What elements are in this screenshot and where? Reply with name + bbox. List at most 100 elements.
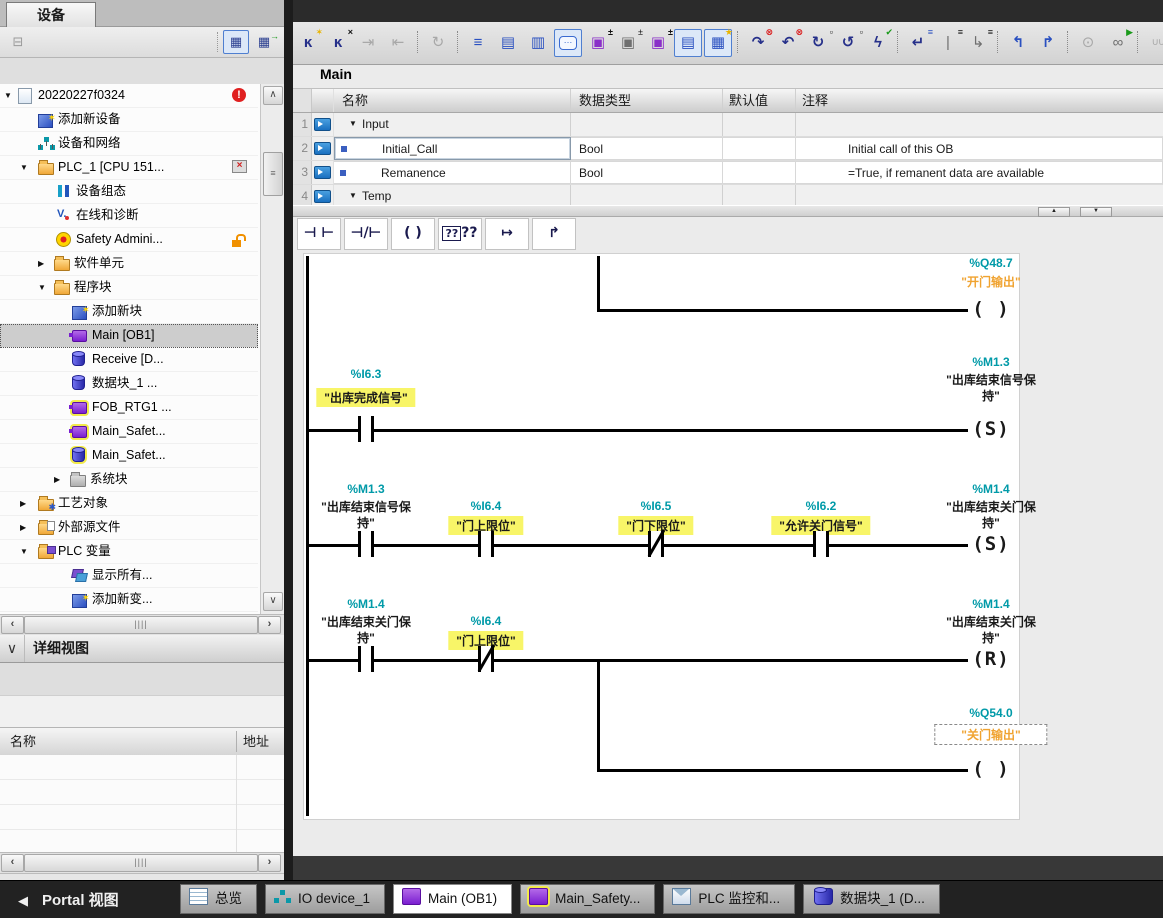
tab-devices[interactable]: 设备 — [6, 2, 96, 27]
splitter-down-button[interactable]: ▼ — [1080, 207, 1112, 217]
datatype-cell[interactable] — [571, 113, 723, 136]
tree-item-main-safety-ob[interactable]: Main_Safet... — [0, 420, 258, 444]
section-expander-icon[interactable]: ▼ — [349, 113, 357, 135]
tree-item-add-new-block[interactable]: 添加新块 — [0, 300, 258, 324]
name-column-header[interactable]: 名称 — [334, 89, 571, 112]
tree-item-main-safety-db[interactable]: Main_Safet... — [0, 444, 258, 468]
chevron-down-icon[interactable]: ∨ — [0, 635, 25, 662]
expander-icon[interactable]: ▶ — [20, 492, 26, 515]
expander-icon[interactable]: ▼ — [20, 540, 28, 563]
expander-icon[interactable]: ▶ — [54, 468, 60, 491]
update-block-calls-icon[interactable]: ↻▫ — [804, 29, 832, 57]
tree-item-fob-rtg1[interactable]: FOB_RTG1 ... — [0, 396, 258, 420]
tree-item-plc-tags[interactable]: ▼ PLC 变量 — [0, 540, 258, 564]
scroll-left-button[interactable]: ‹ — [1, 616, 24, 634]
tree-item-system-blocks[interactable]: ▶ 系统块 — [0, 468, 258, 492]
n3-no-contact-4[interactable] — [813, 531, 829, 557]
update-instance-icon[interactable]: ↻ — [424, 29, 452, 57]
n4-coil-tag-line1[interactable]: "出库结束关门保 — [901, 613, 1081, 630]
name-cell[interactable]: Remanence — [334, 161, 571, 184]
table-view-button[interactable]: ▦ — [223, 30, 249, 54]
n2-coil-tag-line1[interactable]: "出库结束信号保 — [901, 371, 1081, 388]
previous-jump-icon[interactable]: ↰ — [1004, 29, 1032, 57]
consistency-check-icon[interactable]: ϟ✔ — [864, 29, 892, 57]
n3-contact2-address[interactable]: %I6.4 — [396, 499, 576, 513]
sort-filter-icon[interactable]: ⊟ — [5, 30, 31, 54]
network-comments-toggle-icon[interactable]: … — [554, 29, 582, 57]
name-cell[interactable]: ▼ Input — [334, 113, 571, 136]
tree-item-external-sources[interactable]: ▶ 外部源文件 — [0, 516, 258, 540]
comment-column-header[interactable]: 注释 — [796, 89, 1163, 112]
symbolic-operands-icon[interactable]: ▣± — [614, 29, 642, 57]
n3-contact1-tag-line2[interactable]: 持" — [276, 514, 456, 531]
empty-box-button[interactable]: ???? — [438, 218, 482, 250]
tree-item-project[interactable]: ▼ 20220227f0324 ! — [0, 84, 258, 108]
insert-network-icon[interactable]: ĸ✶ — [294, 29, 322, 57]
outdent-icon[interactable]: ⇤ — [384, 29, 412, 57]
call-structure-icon[interactable]: |≡ — [934, 29, 962, 57]
goto-usage-icon[interactable]: ↵≡ — [904, 29, 932, 57]
n4-no-contact[interactable] — [358, 646, 374, 672]
n4-reset-coil[interactable]: (R) — [968, 646, 1014, 672]
n3-nc-contact[interactable] — [648, 531, 664, 557]
tree-item-tech-objects[interactable]: ▶ 工艺对象 — [0, 492, 258, 516]
expand-all-networks-icon[interactable]: ▤ — [494, 29, 522, 57]
favorites-toggle-icon[interactable]: ▦★ — [704, 29, 732, 57]
tree-horizontal-scrollbar[interactable]: ‹ |||| › — [0, 614, 284, 636]
open-branch-button[interactable]: ↦ — [485, 218, 529, 250]
expander-icon[interactable]: ▼ — [20, 156, 28, 179]
datatype-column-header[interactable]: 数据类型 — [571, 89, 723, 112]
n5-coil-address[interactable]: %Q54.0 — [901, 706, 1081, 720]
editor-tab-button[interactable]: PLC 监控和... — [663, 884, 795, 914]
scroll-up-button[interactable]: ∧ — [263, 86, 283, 105]
operand-display-icon[interactable]: ▣± — [644, 29, 672, 57]
expander-icon[interactable]: ▼ — [4, 84, 12, 107]
editor-tab-button[interactable]: Main_Safety... — [520, 884, 655, 914]
close-branch-button[interactable]: ↱ — [532, 218, 576, 250]
n4-contact1-tag-line2[interactable]: 持" — [276, 629, 456, 646]
collapse-all-networks-icon[interactable]: ▥ — [524, 29, 552, 57]
n2-coil-address[interactable]: %M1.3 — [901, 355, 1081, 369]
toolbar-overflow-icon[interactable]: ∪∪▶ — [1144, 29, 1163, 57]
tree-item-safety-administration[interactable]: Safety Admini... — [0, 228, 258, 252]
assignment-list-icon[interactable]: ↳≡ — [964, 29, 992, 57]
tree-item-data-block-1[interactable]: 数据块_1 ... — [0, 372, 258, 396]
monitoring-icon[interactable]: ∞▶ — [1104, 29, 1132, 57]
n3-no-contact-1[interactable] — [358, 531, 374, 557]
comment-cell[interactable]: Initial call of this OB — [796, 137, 1163, 160]
expander-icon[interactable]: ▶ — [38, 252, 44, 275]
portal-view-button[interactable]: ◀Portal 视图 — [18, 889, 119, 910]
tree-item-show-all-tags[interactable]: 显示所有... — [0, 564, 258, 588]
find-icon[interactable]: ⊙ — [1074, 29, 1102, 57]
datatype-cell[interactable]: Bool — [571, 161, 723, 184]
default-value-cell[interactable] — [723, 113, 796, 136]
tree-item-software-units[interactable]: ▶ 软件单元 — [0, 252, 258, 276]
default-value-cell[interactable] — [723, 161, 796, 184]
n3-contact3-address[interactable]: %I6.5 — [566, 499, 746, 513]
open-in-editor-button[interactable]: ▦→ — [251, 30, 277, 54]
tree-item-add-new-tag-table[interactable]: 添加新变... — [0, 588, 258, 612]
n2-set-coil[interactable]: (S) — [968, 416, 1014, 442]
n2-coil-tag-line2[interactable]: 持" — [901, 387, 1081, 404]
scrollbar-thumb[interactable]: ≡ — [263, 152, 283, 196]
n4-coil-tag-line2[interactable]: 持" — [901, 629, 1081, 646]
scroll-left-button[interactable]: ‹ — [1, 854, 24, 872]
next-jump-icon[interactable]: ↱ — [1034, 29, 1062, 57]
variable-row[interactable]: 3 Remanence Bool =True, if remanent data… — [293, 161, 1163, 185]
n3-no-contact-2[interactable] — [478, 531, 494, 557]
n3-contact1-address[interactable]: %M1.3 — [276, 482, 456, 496]
n3-contact4-address[interactable]: %I6.2 — [731, 499, 911, 513]
tree-item-devices-networks[interactable]: 设备和网络 — [0, 132, 258, 156]
n1-coil-address[interactable]: %Q48.7 — [901, 256, 1081, 270]
tree-item-main-ob1[interactable]: Main [OB1] — [0, 324, 258, 348]
n5-output-coil[interactable]: ( ) — [968, 756, 1014, 782]
coil-button[interactable]: ( ) — [391, 218, 435, 250]
datatype-cell[interactable]: Bool — [571, 137, 723, 160]
indent-icon[interactable]: ⇥ — [354, 29, 382, 57]
tree-vertical-scrollbar[interactable]: ∧ ≡ ∨ — [260, 84, 284, 614]
variable-row[interactable]: 1 ▼ Input — [293, 113, 1163, 137]
detail-view-header[interactable]: ∨详细视图 — [0, 635, 284, 663]
tree-item-add-new-device[interactable]: 添加新设备 — [0, 108, 258, 132]
n3-coil-tag-line1[interactable]: "出库结束关门保 — [901, 498, 1081, 515]
editor-tab-button[interactable]: 总览 — [180, 884, 257, 914]
